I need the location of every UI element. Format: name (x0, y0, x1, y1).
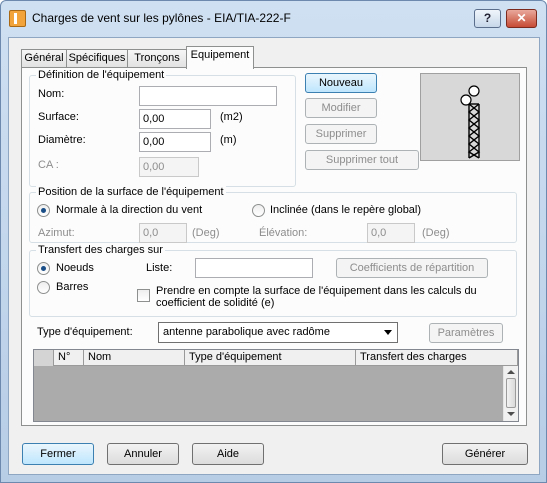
transfert-legend: Transfert des charges sur (36, 244, 165, 256)
azimut-label: Azimut: (38, 227, 75, 239)
parametres-button[interactable]: Paramètres (429, 323, 503, 343)
dropdown-arrow-icon (384, 330, 392, 335)
modifier-button[interactable]: Modifier (305, 98, 377, 118)
elevation-unit: (Deg) (422, 227, 450, 239)
prendre-checkbox[interactable] (137, 289, 150, 302)
tab-equipement[interactable]: Equipement (186, 46, 254, 69)
position-group: Position de la surface de l'équipement N… (29, 186, 517, 243)
annuler-button[interactable]: Annuler (107, 443, 179, 465)
title-bar[interactable]: Charges de vent sur les pylônes - EIA/TI… (1, 1, 546, 37)
nouveau-button[interactable]: Nouveau (305, 73, 377, 93)
liste-input[interactable] (195, 258, 313, 278)
surface-unit: (m2) (220, 111, 243, 123)
noeuds-radio[interactable] (37, 262, 50, 275)
table-vertical-scrollbar[interactable] (503, 366, 518, 421)
aide-button[interactable]: Aide (192, 443, 264, 465)
fermer-button[interactable]: Fermer (22, 443, 94, 465)
type-equipement-value: antenne parabolique avec radôme (163, 326, 330, 338)
diametre-input[interactable]: 0,00 (139, 132, 211, 152)
prendre-label-line2[interactable]: coefficient de solidité (e) (156, 297, 274, 309)
app-logo-icon (9, 10, 26, 27)
barres-radio[interactable] (37, 281, 50, 294)
surface-label: Surface: (38, 111, 79, 123)
table-corner[interactable] (34, 350, 54, 366)
equipment-table[interactable]: N° Nom Type d'équipement Transfert des c… (33, 349, 519, 422)
position-legend: Position de la surface de l'équipement (36, 186, 226, 198)
ca-label: CA : (38, 159, 59, 171)
nom-label: Nom: (38, 88, 65, 100)
barres-label[interactable]: Barres (56, 281, 88, 293)
nom-input[interactable] (139, 86, 277, 106)
col-header-numero[interactable]: N° (54, 350, 84, 366)
type-equipement-select[interactable]: antenne parabolique avec radôme (158, 322, 398, 343)
tab-troncons[interactable]: Tronçons (127, 49, 187, 68)
scroll-up-icon[interactable] (507, 370, 515, 374)
close-button[interactable]: ✕ (506, 9, 537, 28)
help-button[interactable]: ? (474, 9, 501, 28)
prendre-label-line1[interactable]: Prendre en compte la surface de l'équipe… (156, 285, 477, 297)
normale-label[interactable]: Normale à la direction du vent (56, 204, 202, 216)
liste-label: Liste: (146, 262, 173, 274)
tab-panel-equipement: Définition de l'équipement Nom: Surface:… (21, 67, 527, 426)
supprimer-tout-button[interactable]: Supprimer tout (305, 150, 419, 170)
definition-legend: Définition de l'équipement (36, 69, 167, 81)
ca-input[interactable]: 0,00 (139, 157, 199, 177)
generer-button[interactable]: Générer (442, 443, 528, 465)
table-body[interactable] (34, 366, 503, 421)
col-header-nom[interactable]: Nom (84, 350, 185, 366)
diametre-unit: (m) (220, 134, 237, 146)
tab-general[interactable]: Général (21, 49, 67, 68)
coefficients-button[interactable]: Coefficients de répartition (336, 258, 488, 278)
elevation-label: Élévation: (259, 227, 308, 239)
diametre-label: Diamètre: (38, 134, 86, 146)
scroll-thumb[interactable] (506, 378, 516, 408)
inclinee-radio[interactable] (252, 204, 265, 217)
elevation-input[interactable]: 0,0 (367, 223, 415, 243)
azimut-unit: (Deg) (192, 227, 220, 239)
window-title: Charges de vent sur les pylônes - EIA/TI… (32, 11, 291, 25)
equipment-preview (420, 73, 520, 161)
dialog-window: Charges de vent sur les pylônes - EIA/TI… (0, 0, 547, 483)
supprimer-button[interactable]: Supprimer (305, 124, 377, 144)
noeuds-label[interactable]: Noeuds (56, 262, 94, 274)
transfert-group: Transfert des charges sur Noeuds Barres … (29, 244, 517, 317)
type-equipement-label: Type d'équipement: (37, 326, 133, 338)
table-header: N° Nom Type d'équipement Transfert des c… (34, 350, 518, 366)
dialog-client-area: Général Spécifiques Tronçons Equipement … (8, 37, 540, 475)
definition-group: Définition de l'équipement Nom: Surface:… (29, 69, 296, 187)
scroll-down-icon[interactable] (507, 412, 515, 416)
inclinee-label[interactable]: Inclinée (dans le repère global) (270, 204, 421, 216)
col-header-type[interactable]: Type d'équipement (185, 350, 356, 366)
tab-specifiques[interactable]: Spécifiques (66, 49, 128, 68)
surface-input[interactable]: 0,00 (139, 109, 211, 129)
normale-radio[interactable] (37, 204, 50, 217)
pylon-antenna-icon (460, 85, 481, 159)
col-header-transfert[interactable]: Transfert des charges (356, 350, 518, 366)
azimut-input[interactable]: 0,0 (139, 223, 187, 243)
